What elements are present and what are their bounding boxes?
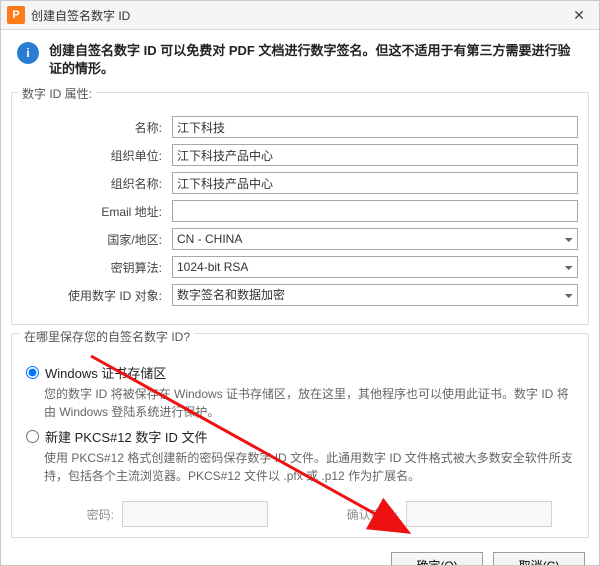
radio-pkcs12[interactable] xyxy=(26,430,39,443)
org-unit-label: 组织单位: xyxy=(22,147,172,164)
attributes-panel: 数字 ID 属性: 名称: 组织单位: 组织名称: Email 地址: 国家/地… xyxy=(11,92,589,325)
confirm-password-input xyxy=(406,501,552,527)
email-label: Email 地址: xyxy=(22,203,172,220)
email-input[interactable] xyxy=(172,200,578,222)
app-icon: P xyxy=(7,6,25,24)
cancel-button[interactable]: 取消(C) xyxy=(493,552,585,566)
key-algo-select[interactable]: 1024-bit RSA xyxy=(172,256,578,278)
storage-panel: 在哪里保存您的自签名数字 ID? Windows 证书存储区 您的数字 ID 将… xyxy=(11,333,589,538)
ok-button[interactable]: 确定(O) xyxy=(391,552,483,566)
info-icon: i xyxy=(17,42,39,64)
attributes-panel-title: 数字 ID 属性: xyxy=(18,85,96,102)
radio-pkcs12-label: 新建 PKCS#12 数字 ID 文件 xyxy=(45,427,208,446)
password-row: 密码: 确认密码: xyxy=(24,501,576,527)
org-unit-input[interactable] xyxy=(172,144,578,166)
usage-label: 使用数字 ID 对象: xyxy=(22,287,172,304)
usage-select[interactable]: 数字签名和数据加密 xyxy=(172,284,578,306)
org-name-label: 组织名称: xyxy=(22,175,172,192)
dialog-window: P 创建自签名数字 ID ✕ i 创建自签名数字 ID 可以免费对 PDF 文档… xyxy=(0,0,600,566)
radio-windows-store-desc: 您的数字 ID 将被保存在 Windows 证书存储区，放在这里，其他程序也可以… xyxy=(44,385,576,421)
title-bar: P 创建自签名数字 ID ✕ xyxy=(1,1,599,30)
option-pkcs12[interactable]: 新建 PKCS#12 数字 ID 文件 使用 PKCS#12 格式创建新的密码保… xyxy=(24,427,576,485)
name-label: 名称: xyxy=(22,119,172,136)
confirm-password-label: 确认密码: xyxy=(308,506,406,523)
org-name-input[interactable] xyxy=(172,172,578,194)
radio-pkcs12-desc: 使用 PKCS#12 格式创建新的密码保存数字 ID 文件。此通用数字 ID 文… xyxy=(44,449,576,485)
key-algo-label: 密钥算法: xyxy=(22,259,172,276)
password-label: 密码: xyxy=(24,506,122,523)
info-text: 创建自签名数字 ID 可以免费对 PDF 文档进行数字签名。但这不适用于有第三方… xyxy=(49,42,583,78)
close-button[interactable]: ✕ xyxy=(559,1,599,29)
country-label: 国家/地区: xyxy=(22,231,172,248)
dialog-footer: 确定(O) 取消(C) xyxy=(1,542,599,566)
country-select[interactable]: CN - CHINA xyxy=(172,228,578,250)
radio-windows-store-label: Windows 证书存储区 xyxy=(45,363,166,382)
storage-panel-title: 在哪里保存您的自签名数字 ID? xyxy=(20,328,194,345)
name-input[interactable] xyxy=(172,116,578,138)
window-title: 创建自签名数字 ID xyxy=(31,7,559,24)
radio-windows-store[interactable] xyxy=(26,366,39,379)
option-windows-store[interactable]: Windows 证书存储区 您的数字 ID 将被保存在 Windows 证书存储… xyxy=(24,363,576,421)
info-banner: i 创建自签名数字 ID 可以免费对 PDF 文档进行数字签名。但这不适用于有第… xyxy=(1,30,599,88)
password-input xyxy=(122,501,268,527)
